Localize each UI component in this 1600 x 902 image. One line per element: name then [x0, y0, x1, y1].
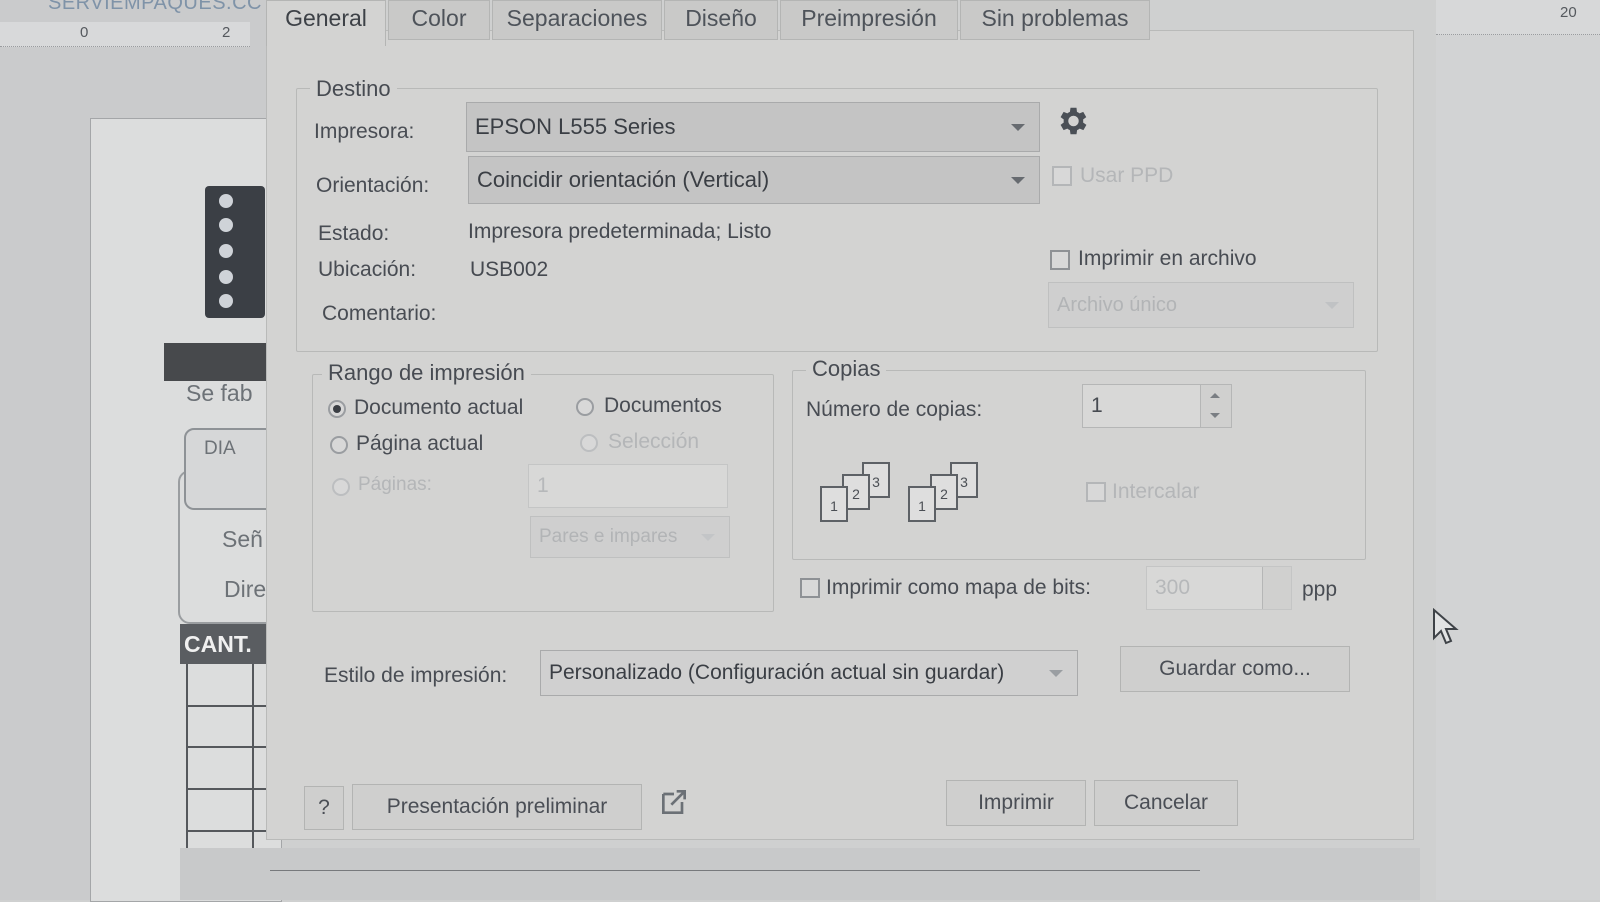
document-title-tab[interactable]: SERVIEMPAQUES.CC	[48, 0, 262, 15]
logo-dot	[219, 270, 233, 284]
tab-general[interactable]: General	[266, 0, 386, 46]
ruler-mark-2: 2	[222, 24, 231, 41]
tab-preimpresion[interactable]: Preimpresión	[780, 0, 958, 40]
bitmap-label: Imprimir como mapa de bits:	[826, 576, 1091, 599]
pages-input[interactable]: 1	[528, 464, 728, 508]
comment-label: Comentario:	[322, 302, 437, 325]
tab-separaciones[interactable]: Separaciones	[492, 0, 662, 40]
even-odd-value: Pares e impares	[539, 526, 678, 547]
right-canvas-area	[1436, 0, 1600, 900]
status-value: Impresora predeterminada; Listo	[468, 220, 772, 243]
orientation-label: Orientación:	[316, 174, 430, 197]
documents-label: Documentos	[604, 394, 722, 417]
chevron-down-icon	[1049, 670, 1063, 677]
bitmap-unit-label: ppp	[1302, 578, 1338, 601]
ruler-mark-20: 20	[1560, 4, 1577, 21]
tab-bar: General Color Separaciones Diseño Preimp…	[266, 0, 1412, 46]
printer-select[interactable]: EPSON L555 Series	[466, 102, 1040, 152]
copies-number-label: Número de copias:	[806, 398, 983, 421]
printer-label: Impresora:	[314, 120, 415, 143]
cant-header: CANT.	[180, 624, 276, 664]
copies-number-value: 1	[1091, 394, 1103, 417]
external-preview-icon[interactable]	[658, 786, 690, 818]
copies-title: Copias	[806, 356, 887, 382]
table-line	[186, 788, 276, 790]
spin-down-icon[interactable]	[1210, 413, 1220, 418]
logo-dot	[219, 218, 233, 232]
table-line	[186, 705, 276, 707]
even-odd-select[interactable]: Pares e impares	[530, 516, 730, 558]
selection-label: Selección	[608, 430, 700, 453]
current-page-label: Página actual	[356, 432, 484, 455]
cancel-button[interactable]: Cancelar	[1094, 780, 1238, 826]
use-ppd-label: Usar PPD	[1080, 164, 1174, 187]
orientation-select-value: Coincidir orientación (Vertical)	[477, 167, 770, 192]
orientation-select[interactable]: Coincidir orientación (Vertical)	[468, 156, 1040, 204]
page-bottom-edge	[180, 848, 1420, 900]
save-as-button[interactable]: Guardar como...	[1120, 646, 1350, 692]
bitmap-dpi-spinner[interactable]	[1262, 567, 1291, 609]
current-document-label: Documento actual	[354, 396, 524, 419]
chevron-down-icon	[1011, 124, 1025, 131]
doc-text-se-fab: Se fab	[186, 380, 253, 406]
doc-text-dire: Dire	[224, 576, 267, 602]
current-document-radio[interactable]	[328, 400, 346, 418]
collate-label: Intercalar	[1112, 480, 1200, 503]
spin-up-icon[interactable]	[1210, 393, 1220, 398]
preview-button[interactable]: Presentación preliminar	[352, 784, 642, 830]
location-label: Ubicación:	[318, 258, 417, 281]
selection-radio[interactable]	[580, 434, 598, 452]
print-style-value: Personalizado (Configuración actual sin …	[549, 661, 1005, 684]
logo-dot	[219, 294, 233, 308]
doc-text-sen: Señ	[222, 526, 263, 552]
logo-dot	[219, 194, 233, 208]
gear-icon[interactable]	[1054, 103, 1090, 139]
collate-page-icon: 1	[908, 486, 936, 522]
destino-title: Destino	[310, 76, 397, 102]
file-mode-value: Archivo único	[1057, 294, 1178, 316]
help-button[interactable]: ?	[304, 786, 344, 830]
use-ppd-checkbox[interactable]	[1052, 166, 1072, 186]
collate-page-icon: 1	[820, 486, 848, 522]
tab-diseno[interactable]: Diseño	[664, 0, 778, 40]
chevron-down-icon	[1011, 177, 1025, 184]
print-button[interactable]: Imprimir	[946, 780, 1086, 826]
logo-image	[205, 186, 265, 318]
chevron-down-icon	[1325, 302, 1339, 309]
collate-checkbox[interactable]	[1086, 482, 1106, 502]
logo-dot	[219, 244, 233, 258]
location-value: USB002	[470, 258, 549, 281]
pages-label: Páginas:	[358, 474, 432, 495]
doc-text-dia: DIA	[204, 438, 236, 459]
table-line	[186, 746, 276, 748]
chevron-down-icon	[701, 534, 715, 541]
copies-spinner[interactable]	[1200, 385, 1231, 427]
tab-sin-problemas[interactable]: Sin problemas	[960, 0, 1150, 40]
bottom-ruler-line	[270, 870, 1200, 871]
print-style-label: Estilo de impresión:	[324, 664, 508, 687]
status-label: Estado:	[318, 222, 390, 245]
tab-color[interactable]: Color	[388, 0, 490, 40]
print-range-title: Rango de impresión	[322, 360, 531, 386]
documents-radio[interactable]	[576, 398, 594, 416]
file-mode-select[interactable]: Archivo único	[1048, 282, 1354, 328]
mouse-cursor-icon	[1433, 608, 1459, 645]
current-page-radio[interactable]	[330, 436, 348, 454]
horizontal-ruler	[0, 22, 250, 47]
printer-select-value: EPSON L555 Series	[475, 114, 676, 139]
print-style-select[interactable]: Personalizado (Configuración actual sin …	[540, 650, 1078, 696]
print-to-file-label: Imprimir en archivo	[1078, 247, 1257, 270]
print-to-file-checkbox[interactable]	[1050, 250, 1070, 270]
table-line	[186, 830, 276, 832]
header-bar	[164, 343, 274, 381]
ruler-mark-0: 0	[80, 24, 89, 41]
bitmap-checkbox[interactable]	[800, 578, 820, 598]
pages-radio[interactable]	[332, 478, 350, 496]
